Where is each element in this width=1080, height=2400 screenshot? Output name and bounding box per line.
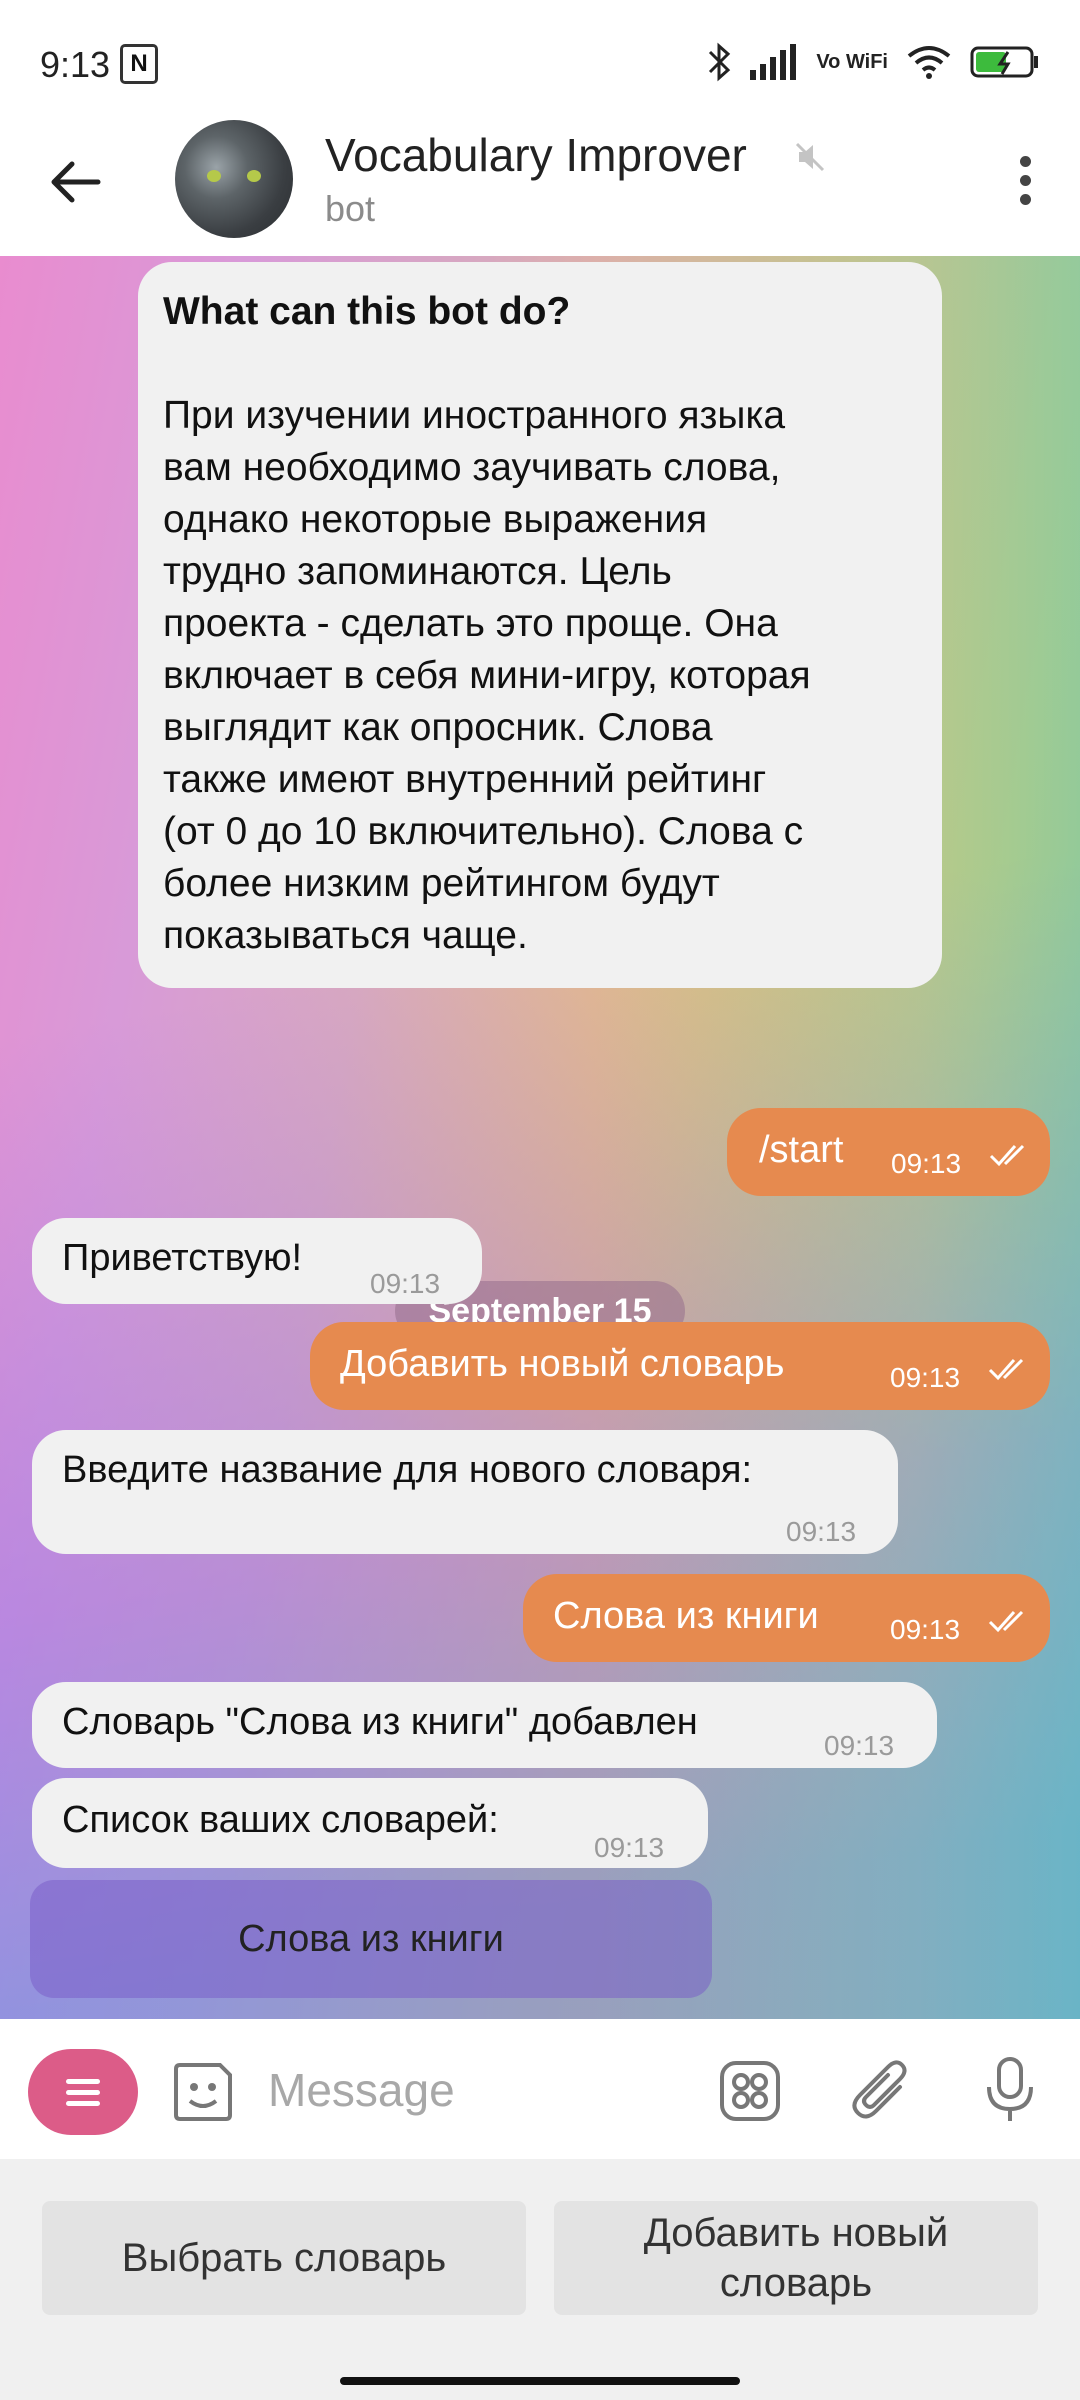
microphone-icon[interactable] [985, 2055, 1035, 2125]
outgoing-message[interactable]: /start 09:13 [727, 1108, 1050, 1196]
message-text: /start [759, 1129, 844, 1171]
message-time: 09:13 [824, 1730, 895, 1761]
attach-icon[interactable] [850, 2057, 914, 2125]
message-time: 09:13 [890, 1362, 961, 1393]
message-time: 09:13 [891, 1148, 962, 1179]
chat-area: What can this bot do? При изучении иност… [0, 256, 1080, 2019]
bot-intro-body: При изучении иностранного языка вам необ… [163, 394, 811, 957]
message-text: Словарь "Слова из книги" добавлен [62, 1701, 698, 1743]
bot-intro-heading: What can this bot do? [163, 290, 571, 333]
bot-keyboard-icon[interactable] [718, 2059, 782, 2123]
back-arrow-icon[interactable] [44, 150, 108, 214]
message-text: Приветствую! [62, 1237, 303, 1279]
read-checks-icon [989, 1144, 1025, 1167]
message-time: 09:13 [594, 1832, 665, 1863]
message-text: Добавить новый словарь [340, 1343, 785, 1385]
incoming-message[interactable]: Список ваших словарей: 09:13 [32, 1778, 708, 1868]
more-options-icon[interactable] [1000, 148, 1050, 218]
message-time: 09:13 [786, 1516, 857, 1547]
nfc-icon: N [120, 44, 158, 84]
inline-button-dictionary[interactable]: Слова из книги [30, 1880, 712, 1998]
muted-icon [795, 142, 825, 172]
status-bar: 9:13 N Vo WiFi [0, 0, 1080, 110]
bot-intro-bubble: What can this bot do? При изучении иност… [138, 262, 942, 988]
bot-avatar[interactable] [175, 120, 293, 238]
select-dictionary-button[interactable]: Выбрать словарь [42, 2201, 526, 2315]
vowifi-label: Vo WiFi [816, 51, 888, 73]
wifi-icon [907, 46, 951, 79]
status-icons: Vo WiFi [706, 40, 1040, 84]
reply-keyboard: Выбрать словарь Добавить новый словарь [0, 2159, 1080, 2400]
battery-icon [970, 46, 1038, 78]
status-time: 9:13 [40, 44, 111, 85]
message-input[interactable]: Message [268, 2063, 455, 2117]
chat-title[interactable]: Vocabulary Improver [325, 128, 747, 182]
message-time: 09:13 [370, 1268, 441, 1299]
message-text: Список ваших словарей: [62, 1799, 499, 1841]
add-dictionary-button[interactable]: Добавить новый словарь [554, 2201, 1038, 2315]
outgoing-message[interactable]: Добавить новый словарь 09:13 [310, 1322, 1050, 1410]
sticker-icon[interactable] [170, 2059, 236, 2125]
read-checks-icon [988, 1358, 1024, 1381]
read-checks-icon [988, 1610, 1024, 1633]
message-time: 09:13 [890, 1614, 961, 1645]
incoming-message[interactable]: Словарь "Слова из книги" добавлен 09:13 [32, 1682, 937, 1768]
incoming-message[interactable]: Введите название для нового словаря: 09:… [32, 1430, 898, 1554]
incoming-message[interactable]: Приветствую! 09:13 [32, 1218, 482, 1304]
home-indicator [340, 2377, 740, 2385]
bluetooth-icon [709, 42, 731, 82]
message-text: Слова из книги [553, 1595, 819, 1637]
chat-header: Vocabulary Improver bot [0, 110, 1080, 257]
message-text: Введите название для нового словаря: [62, 1449, 753, 1491]
bot-menu-button[interactable] [28, 2049, 138, 2135]
chat-subtitle: bot [325, 188, 376, 229]
message-input-bar: Message [0, 2019, 1080, 2159]
outgoing-message[interactable]: Слова из книги 09:13 [523, 1574, 1050, 1662]
signal-icon [750, 44, 797, 80]
